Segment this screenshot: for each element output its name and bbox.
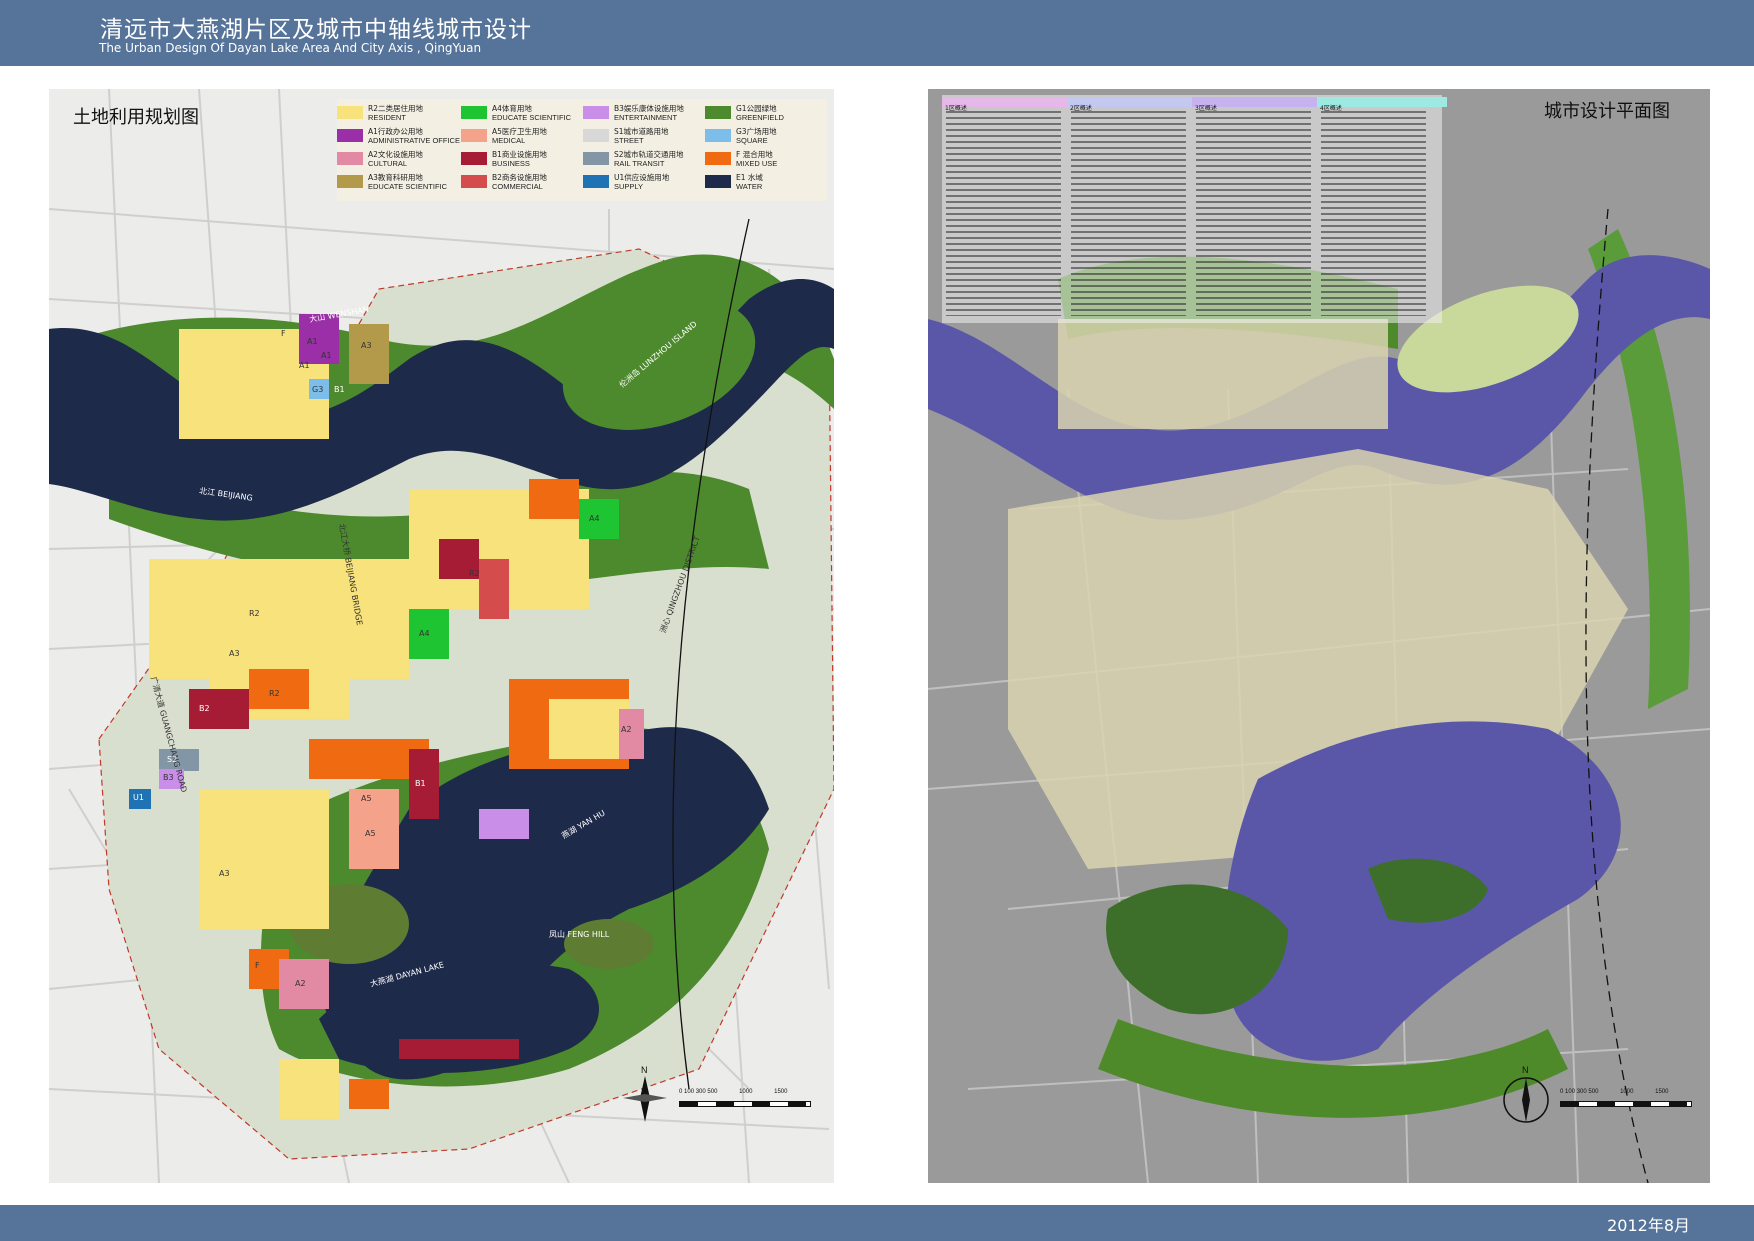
urban-design-plan-panel: 1区概述 2区概述 3区概述 4区概述 城市设计平面图 N 0 100 300 …: [928, 89, 1710, 1183]
index-list-text-lines: [946, 111, 1436, 316]
legend-item-s2: S2城市轨道交通用地 RAIL TRANSIT: [583, 149, 705, 171]
block-label: F: [281, 329, 286, 338]
block-label: B1: [415, 779, 426, 788]
block-label: B3: [163, 773, 174, 782]
legend-item-f: F 混合用地 MIXED USE: [705, 149, 827, 171]
legend-item-a1: A1行政办公用地 ADMINISTRATIVE OFFICE: [337, 126, 460, 148]
scale-bar: 0 100 300 500 1000 1500: [679, 1089, 819, 1111]
legend-item-s1: S1城市道路用地 STREET: [583, 126, 705, 148]
block-label: R2: [469, 569, 480, 578]
scale-bar-graphic: [1560, 1101, 1692, 1107]
legend-swatch: [337, 175, 363, 188]
page-subtitle: The Urban Design Of Dayan Lake Area And …: [99, 41, 482, 55]
land-use-map-panel: 土地利用规划图 R2二类居住用地 RESIDENT A1行政办公用地 ADMINIS…: [49, 89, 834, 1183]
block-label: A3: [219, 869, 230, 878]
block-label: F: [255, 961, 260, 970]
header-band: 清远市大燕湖片区及城市中轴线城市设计 The Urban Design Of D…: [0, 0, 1754, 66]
legend-item-e1: E1 水域 WATER: [705, 172, 827, 194]
scale-tick: 300: [695, 1089, 706, 1095]
north-arrow-icon: N: [1503, 1065, 1549, 1123]
block-label: U1: [133, 793, 144, 802]
block-label: A2: [621, 725, 632, 734]
scale-tick: 1000: [739, 1089, 753, 1095]
block-label: A3: [229, 649, 240, 658]
scale-bar: 0 100 300 500 1000 1500: [1560, 1089, 1700, 1111]
scale-tick: 500: [707, 1089, 718, 1095]
land-use-legend: R2二类居住用地 RESIDENT A1行政办公用地 ADMINISTRATIVE …: [337, 99, 827, 201]
legend-swatch: [583, 129, 609, 142]
scale-bar-ticks: 0 100 300 500 1000 1500: [1560, 1089, 1668, 1095]
legend-swatch: [705, 152, 731, 165]
scale-tick: 1000: [1620, 1089, 1634, 1095]
legend-swatch: [461, 175, 487, 188]
block-label: A5: [361, 794, 372, 803]
block-label: G3: [312, 385, 324, 394]
index-heading-2: 2区概述: [1067, 97, 1197, 112]
land-use-map: [49, 89, 834, 1183]
site-index-list: 1区概述 2区概述 3区概述 4区概述: [942, 95, 1447, 323]
legend-swatch: [337, 129, 363, 142]
date-label: 2012年8月: [1607, 1216, 1690, 1235]
index-heading-4: 4区概述: [1317, 97, 1447, 112]
legend-item-b1: B1商业设施用地 BUSINESS: [461, 149, 583, 171]
legend-item-g3: G3广场用地 SQUARE: [705, 126, 827, 148]
legend-item-u1: U1供应设施用地 SUPPLY: [583, 172, 705, 194]
index-heading-1: 1区概述: [942, 97, 1072, 112]
feng-hill: [564, 919, 654, 969]
legend-swatch: [705, 129, 731, 142]
index-heading-3: 3区概述: [1192, 97, 1322, 112]
scale-tick: 300: [1576, 1089, 1587, 1095]
block-label: A2: [295, 979, 306, 988]
label-feng-hill: 凤山 FENG HILL: [549, 930, 610, 939]
scale-tick: 100: [1565, 1089, 1576, 1095]
legend-swatch: [461, 152, 487, 165]
legend-swatch: [705, 106, 731, 119]
legend-swatch: [461, 106, 487, 119]
legend-item-b2: B2商务设施用地 COMMERCIAL: [461, 172, 583, 194]
block-label: B1: [334, 385, 345, 394]
legend-item-r2: R2二类居住用地 RESIDENT: [337, 103, 459, 125]
block-label: S2: [167, 755, 178, 764]
legend-item-b3: B3娱乐康体设施用地 ENTERTAINMENT: [583, 103, 705, 125]
scale-tick: 100: [684, 1089, 695, 1095]
scale-tick: 1500: [774, 1089, 788, 1095]
north-arrow-icon: N: [623, 1065, 667, 1122]
legend-swatch: [705, 175, 731, 188]
north-district-blocks: [1058, 319, 1388, 429]
land-use-map-title: 土地利用规划图: [73, 107, 199, 128]
legend-swatch: [583, 175, 609, 188]
legend-item-g1: G1公园绿地 GREENFIELD: [705, 103, 827, 125]
legend-swatch: [337, 106, 363, 119]
legend-item-a4: A4体育用地 EDUCATE SCIENTIFIC: [461, 103, 583, 125]
block-label: A4: [589, 514, 600, 523]
scale-tick: 0: [679, 1089, 683, 1095]
legend-swatch: [461, 129, 487, 142]
block-label: R2: [269, 689, 280, 698]
block-label: A1: [307, 337, 318, 346]
block-label: R2: [249, 609, 260, 618]
scale-tick: 0: [1560, 1089, 1564, 1095]
legend-item-a2: A2文化设施用地 CULTURAL: [337, 149, 459, 171]
scale-tick: 500: [1588, 1089, 1599, 1095]
block-label: A1: [321, 351, 332, 360]
urban-design-plan-title: 城市设计平面图: [1544, 101, 1670, 122]
scale-tick: 1500: [1655, 1089, 1669, 1095]
svg-text:N: N: [641, 1065, 648, 1075]
legend-swatch: [583, 106, 609, 119]
legend-item-a5: A5医疗卫生用地 MEDICAL: [461, 126, 583, 148]
svg-text:N: N: [1522, 1065, 1529, 1075]
footer-band: 2012年8月: [0, 1205, 1754, 1241]
legend-swatch: [337, 152, 363, 165]
legend-swatch: [583, 152, 609, 165]
page-title: 清远市大燕湖片区及城市中轴线城市设计: [100, 17, 532, 43]
block-label: A1: [299, 361, 310, 370]
scale-bar-graphic: [679, 1101, 811, 1107]
block-label: B2: [199, 704, 210, 713]
legend-item-a3: A3教育科研用地 EDUCATE SCIENTIFIC: [337, 172, 459, 194]
scale-bar-ticks: 0 100 300 500 1000 1500: [679, 1089, 787, 1095]
block-label: A3: [361, 341, 372, 350]
block-label: A5: [365, 829, 376, 838]
block-label: A4: [419, 629, 430, 638]
